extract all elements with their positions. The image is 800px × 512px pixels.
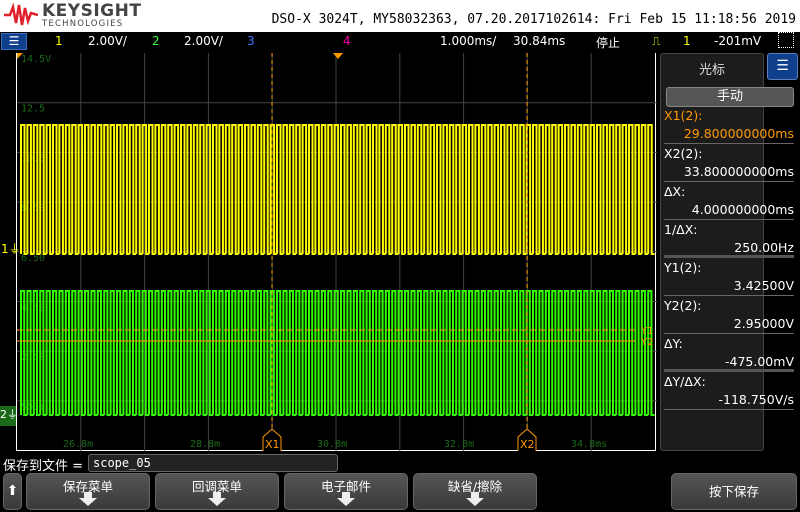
y-cursor-label: Y1 — [640, 326, 653, 337]
readout-value: 250.00Hz — [734, 240, 794, 255]
side-menu-tab-icon[interactable]: ☰ — [767, 53, 798, 80]
cursor-readout: ΔX: 4.000000000ms — [664, 182, 794, 220]
readout-value: -475.00mV — [725, 354, 794, 369]
cursor-readout: X2(2): 33.800000000ms — [664, 144, 794, 182]
status-bar: ☰ 1 2.00V/ 2 2.00V/ 3 4 1.000ms/ 30.84ms… — [0, 32, 800, 52]
ch1-waveform — [20, 124, 655, 255]
brand-sub: TECHNOLOGIES — [42, 19, 124, 29]
x-tick-label: 32.8m — [444, 439, 474, 450]
cursor-readout: 1/ΔX: 250.00Hz — [664, 220, 794, 258]
softkey-4[interactable]: 缺省/擦除 — [413, 473, 537, 510]
readout-value: -118.750V/s — [718, 392, 794, 407]
x-tick-label: 30.8m — [317, 439, 347, 450]
readout-value: 2.95000V — [733, 316, 794, 331]
y-tick-label: 12.5 — [21, 104, 45, 115]
ch4-label[interactable]: 4 — [343, 34, 351, 48]
ch3-label[interactable]: 3 — [247, 34, 255, 48]
readout-label: ΔY/ΔX: — [664, 374, 706, 389]
ch2-waveform — [20, 290, 655, 416]
readout-label: X1(2): — [664, 108, 703, 123]
y-tick-label: 14.5V — [21, 54, 51, 65]
readout-value: 29.800000000ms — [683, 126, 794, 141]
arrow-down-icon — [79, 492, 97, 506]
x-tick-label: 28.8m — [190, 439, 220, 450]
softkey-3[interactable]: 电子邮件 — [284, 473, 408, 510]
delay[interactable]: 30.84ms — [513, 34, 565, 48]
press-save-button[interactable]: 按下保存 — [671, 473, 797, 510]
cursor-readout: X1(2): 29.800000000ms — [664, 106, 794, 144]
instrument-info: DSO-X 3024T, MY58032363, 07.20.201710261… — [271, 12, 796, 27]
waveform-svg: 14.5V12.510.58.506.504.502.50500m26.8m 28… — [17, 53, 657, 451]
trigger-level[interactable]: -201mV — [714, 34, 761, 48]
readout-value: 33.800000000ms — [683, 164, 794, 179]
readout-label: Y1(2): — [664, 260, 702, 275]
file-label: 保存到文件 = — [3, 459, 84, 474]
arrow-down-icon — [466, 492, 484, 506]
cursor-readout: ΔY: -475.00mV — [664, 334, 794, 372]
cursor-readout: Y2(2): 2.95000V — [664, 296, 794, 334]
x-tick-label: 26.8m — [63, 439, 93, 450]
cursor-readouts: X1(2): 29.800000000ms X2(2): 33.800000000ms… — [660, 106, 798, 410]
main-menu-button[interactable]: ☰ — [1, 33, 27, 50]
trigger-source[interactable]: 1 — [683, 34, 691, 48]
cursor-readout: Y1(2): 3.42500V — [664, 258, 794, 296]
back-up-button[interactable]: ⬆ — [3, 473, 22, 510]
y-cursor-label: Y2 — [640, 337, 653, 348]
ch1-ground-marker-icon[interactable]: 1⏚ — [1, 240, 21, 257]
readout-label: 1/ΔX: — [664, 222, 698, 237]
x-cursor-label: X2 — [520, 438, 535, 451]
cursor-readout: ΔY/ΔX: -118.750V/s — [664, 372, 794, 410]
readout-label: ΔX: — [664, 184, 686, 199]
ch2-ground-marker-icon[interactable]: 2⏚ — [0, 406, 18, 426]
brand-name: KEYSIGHT — [42, 1, 142, 21]
trigger-position-icon — [333, 53, 343, 59]
ch1-scale[interactable]: 2.00V/ — [88, 34, 127, 48]
timebase[interactable]: 1.000ms/ — [440, 34, 496, 48]
x-tick-label: 34.8ms — [571, 439, 607, 450]
arrow-down-icon — [337, 492, 355, 506]
ch2-label[interactable]: 2 — [152, 34, 160, 48]
ch1-label[interactable]: 1 — [55, 34, 63, 48]
cursor-mode-button[interactable]: 手动 — [666, 87, 794, 107]
header: KEYSIGHT TECHNOLOGIES DSO-X 3024T, MY580… — [0, 0, 800, 32]
arrow-down-icon — [208, 492, 226, 506]
keysight-logo-icon — [4, 3, 38, 26]
cursor-panel-title: 光标 — [698, 63, 725, 78]
softkey-2[interactable]: 回调菜单 — [155, 473, 279, 510]
readout-label: ΔY: — [664, 336, 683, 351]
readout-label: X2(2): — [664, 146, 703, 161]
trigger-edge-icon: ⎍ — [652, 34, 661, 48]
waveform-display[interactable]: 14.5V 12.5 10.5 8.50 6.50 4.50 2.50 500m 26.8m 28… — [16, 53, 657, 451]
ch2-scale[interactable]: 2.00V/ — [184, 34, 223, 48]
readout-value: 3.42500V — [733, 278, 794, 293]
run-state[interactable]: 停止 — [596, 34, 620, 51]
readout-label: Y2(2): — [664, 298, 702, 313]
softkey-1[interactable]: 保存菜单 — [26, 473, 150, 510]
file-name-input[interactable]: scope_05 — [88, 454, 338, 472]
readout-value: 4.000000000ms — [691, 202, 794, 217]
zoom-box-icon[interactable] — [778, 32, 794, 48]
x-cursor-label: X1 — [265, 438, 280, 451]
